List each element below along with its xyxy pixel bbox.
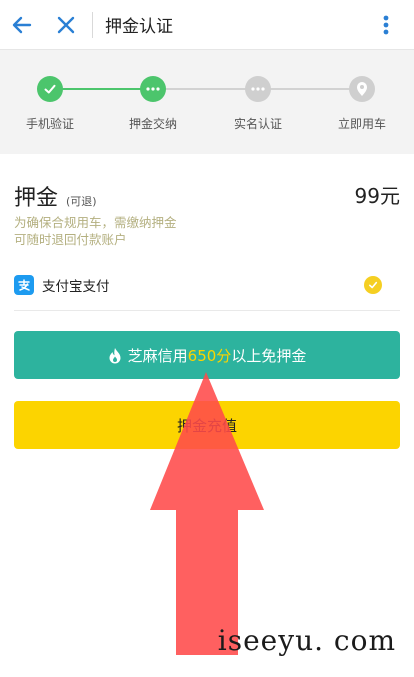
page-title: 押金认证: [105, 17, 173, 37]
flame-icon: [108, 347, 122, 364]
deposit-note: 为确保合规用车，需缴纳押金 可随时退回付款账户: [14, 214, 177, 248]
step-label: 押金交纳: [128, 117, 177, 131]
location-pin-icon: [349, 76, 375, 102]
step-real-name: 实名认证: [213, 76, 303, 132]
payment-method-label: 支付宝支付: [42, 279, 110, 295]
payment-method-alipay[interactable]: 支付宝支付: [14, 270, 400, 300]
app-bar: 押金认证: [0, 0, 414, 50]
close-icon: [57, 16, 75, 33]
step-deposit: 押金交纳: [108, 76, 198, 132]
back-arrow-icon: [12, 16, 32, 33]
deposit-note-line: 为确保合规用车，需缴纳押金: [14, 215, 177, 230]
deposit-note-line: 可随时退回付款账户: [14, 232, 127, 247]
step-label: 立即用车: [337, 117, 386, 131]
deposit-amount: 99元: [354, 184, 400, 208]
watermark: iseeyu. com: [217, 624, 396, 657]
sesame-suffix: 以上免押金: [231, 346, 307, 365]
step-phone-verify: 手机验证: [5, 76, 95, 132]
alipay-icon: [14, 275, 34, 295]
divider: [14, 310, 400, 311]
refundable-label: (可退): [66, 195, 97, 208]
sesame-credit-button[interactable]: 芝麻信用 650分 以上免押金: [14, 331, 400, 379]
back-button[interactable]: [0, 0, 44, 50]
dots-icon: [140, 76, 166, 102]
close-button[interactable]: [44, 0, 88, 50]
header-divider: [92, 11, 93, 38]
dots-icon: [245, 76, 271, 102]
more-vertical-icon: [383, 15, 389, 35]
sesame-prefix: 芝麻信用: [127, 346, 188, 365]
step-label: 手机验证: [25, 117, 74, 131]
step-label: 实名认证: [233, 117, 282, 131]
deposit-title: 押金: [14, 186, 59, 211]
deposit-card: 押金 (可退) 99元 为确保合规用车，需缴纳押金 可随时退回付款账户 支付宝支…: [0, 154, 414, 312]
deposit-row: 押金 (可退) 99元: [14, 180, 400, 212]
step-use-car: 立即用车: [317, 76, 407, 132]
deposit-recharge-button[interactable]: 押金充值: [14, 401, 400, 449]
sesame-score: 650分: [187, 346, 232, 365]
selected-check-icon[interactable]: [364, 276, 382, 294]
more-menu-button[interactable]: [364, 0, 408, 50]
progress-steps: 手机验证 押金交纳 实名认证 立即用车: [0, 50, 414, 154]
recharge-label: 押金充值: [176, 416, 237, 435]
check-icon: [37, 76, 63, 102]
